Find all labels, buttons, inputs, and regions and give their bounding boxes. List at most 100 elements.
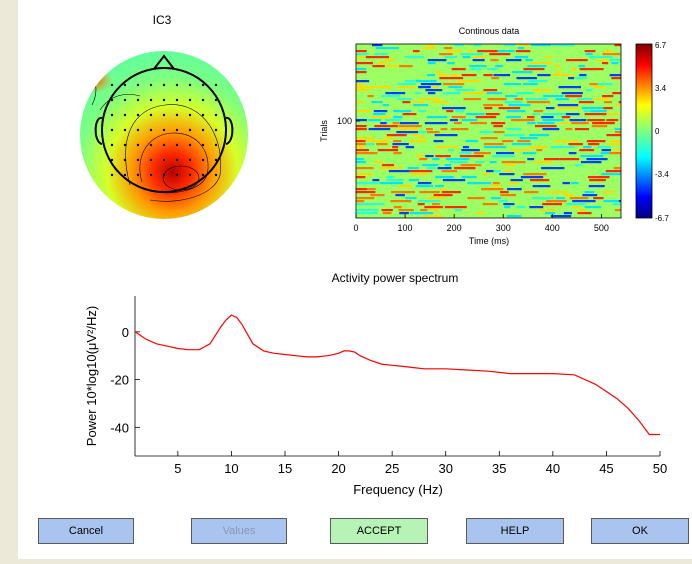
erp-stripe [393,116,403,119]
image-xtick-label: 200 [447,223,462,233]
erp-stripe [493,131,505,134]
erp-stripe [356,110,372,113]
erp-stripe [542,203,563,206]
erp-stripe [620,116,621,119]
erp-stripe [565,128,573,131]
erp-stripe [371,101,383,104]
erp-stripe [435,176,454,179]
erp-stripe [480,137,498,140]
erp-stripe [442,107,466,110]
erp-stripe [589,56,613,59]
y-tick-label: 0 [122,325,129,340]
erp-stripe [498,107,521,110]
erp-stripe [558,86,582,89]
erp-stripe [503,203,515,206]
erp-stripe [435,155,451,158]
erp-stripe [532,185,551,188]
erp-stripe [522,83,538,86]
erp-stripe [614,131,621,134]
erp-stripe [588,185,605,188]
erp-stripe [568,152,577,155]
erp-stripe [444,56,458,59]
erp-stripe [510,149,531,152]
erp-stripe [577,212,592,215]
image-xtick-label: 300 [496,223,511,233]
erp-stripe [612,92,621,95]
erp-stripe [489,53,511,56]
erp-stripe [527,122,536,125]
electrode-dot [201,113,205,117]
erp-stripe [498,200,508,203]
erp-stripe [514,56,529,59]
erp-stripe [417,182,432,185]
colorbar-tick-label: 0 [655,127,660,136]
accept-button[interactable]: ACCEPT [330,518,428,544]
electrode-dot [175,143,179,147]
erp-stripe [524,191,539,194]
x-tick-label: 10 [224,461,238,476]
electrode-dot [136,158,140,162]
erp-stripe [425,89,443,92]
electrode-dot [162,173,166,177]
erp-stripe [541,167,565,170]
erp-stripe [372,86,393,89]
erp-stripe [571,206,581,209]
erp-stripe [398,128,419,131]
erp-stripe [450,128,469,131]
erp-stripe [462,146,470,149]
electrode-dot [136,128,140,132]
erp-stripe [405,197,417,200]
electrode-dot [110,128,114,132]
ok-button[interactable]: OK [591,518,689,544]
erp-stripe [372,65,385,68]
erp-stripe [382,212,392,215]
erp-stripe [425,155,434,158]
erp-stripe [399,212,409,215]
erp-stripe [614,209,621,212]
electrode-dot [110,158,114,162]
erp-stripe [374,53,388,56]
help-button[interactable]: HELP [466,518,564,544]
erp-stripe [424,206,443,209]
erp-stripe [384,59,396,62]
erp-stripe [405,146,415,149]
erp-stripe [604,50,612,53]
erp-stripe [454,209,463,212]
cancel-button[interactable]: Cancel [38,518,134,544]
erp-stripe [462,92,486,95]
erp-stripe [392,122,400,125]
erp-stripe [586,158,608,161]
erp-stripe [356,197,375,200]
erp-stripe [507,188,522,191]
x-tick-label: 40 [546,461,560,476]
erp-stripe [593,197,604,200]
erp-stripe [356,191,376,194]
erp-stripe [422,215,444,218]
erp-stripe [449,161,468,164]
erp-stripe [514,98,523,101]
erp-stripe [476,212,486,215]
erp-stripe [480,131,494,134]
erp-stripe [609,59,621,62]
erp-stripe [441,170,458,173]
erp-stripe [356,125,367,128]
erp-stripe [408,140,427,143]
erp-stripe [578,101,595,104]
erp-stripe [451,116,466,119]
erp-stripe [356,86,372,89]
erp-stripe [459,155,484,158]
electrode-dot [149,158,153,162]
erp-stripe [493,170,502,173]
colorbar [635,43,653,219]
erp-stripe [510,179,523,182]
electrode-dot [162,128,166,132]
erp-stripe [501,161,526,164]
erp-stripe [504,206,511,209]
erp-stripe [526,101,550,104]
electrode-dot [214,83,218,87]
values-button[interactable]: Values [191,518,287,544]
erp-stripe [568,143,583,146]
erp-stripe [356,200,365,203]
erp-stripe [442,92,461,95]
erp-stripe [482,173,490,176]
